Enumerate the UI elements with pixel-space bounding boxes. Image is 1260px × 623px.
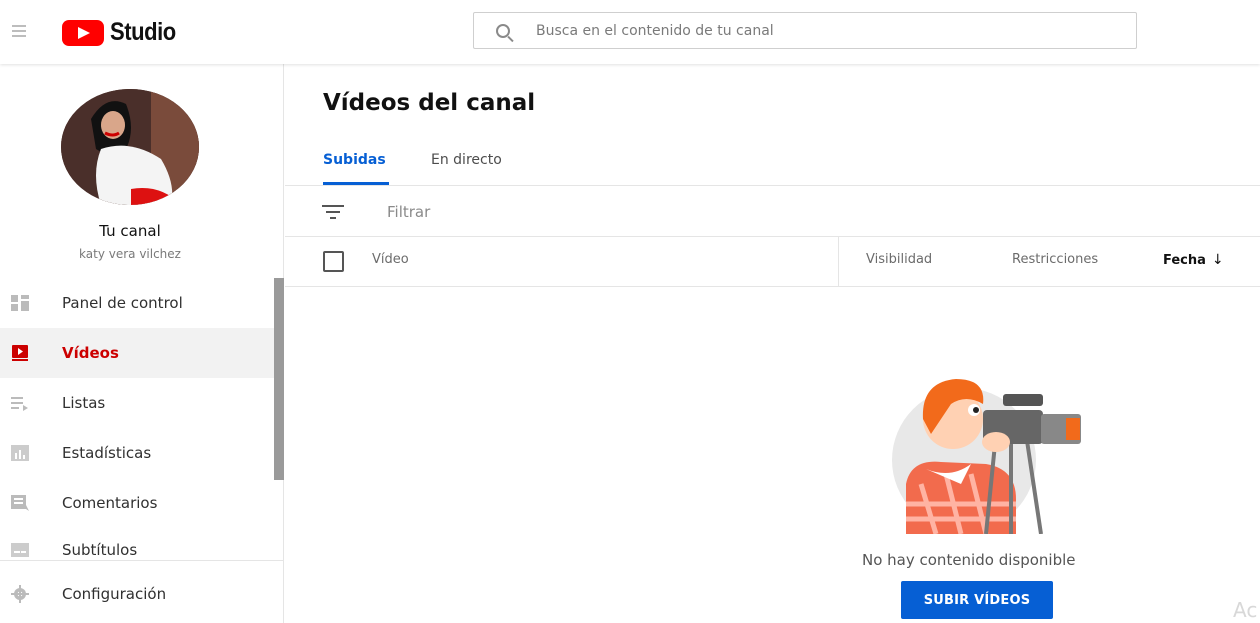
subtitles-icon bbox=[11, 543, 29, 557]
sidebar-item-videos[interactable]: Vídeos bbox=[0, 328, 274, 378]
sidebar-item-analytics[interactable]: Estadísticas bbox=[0, 428, 274, 478]
search-icon bbox=[496, 23, 510, 38]
tab-live[interactable]: En directo bbox=[431, 152, 502, 168]
channel-avatar[interactable] bbox=[61, 89, 199, 205]
sort-down-arrow-icon: ↓ bbox=[1211, 252, 1224, 268]
corner-overlay-text: Ac bbox=[1233, 598, 1258, 622]
settings-gear-icon bbox=[11, 585, 29, 603]
tab-uploads[interactable]: Subidas bbox=[323, 152, 386, 168]
sidebar-item-label: Estadísticas bbox=[62, 444, 152, 462]
sidebar-divider bbox=[0, 560, 284, 561]
sidebar-item-label: Comentarios bbox=[62, 494, 158, 512]
logo-text: Studio bbox=[110, 18, 176, 46]
page-title: Vídeos del canal bbox=[323, 90, 536, 116]
select-all-checkbox[interactable] bbox=[323, 251, 344, 272]
upload-videos-button[interactable]: SUBIR VÍDEOS bbox=[901, 581, 1053, 619]
filter-icon[interactable] bbox=[322, 205, 344, 219]
date-header-label: Fecha bbox=[1163, 252, 1206, 268]
sidebar-scrollbar[interactable] bbox=[274, 278, 284, 480]
youtube-studio-logo[interactable]: Studio bbox=[62, 18, 185, 47]
column-header-restrictions[interactable]: Restricciones bbox=[1012, 252, 1098, 267]
top-header: Studio Busca en el contenido de tu canal bbox=[0, 0, 1260, 64]
column-header-video: Vídeo bbox=[372, 252, 409, 267]
column-divider bbox=[838, 236, 839, 286]
analytics-icon bbox=[11, 445, 29, 461]
sidebar-item-comments[interactable]: Comentarios bbox=[0, 478, 274, 528]
search-input[interactable]: Busca en el contenido de tu canal bbox=[473, 12, 1137, 49]
sidebar: Tu canal katy vera vilchez Panel de cont… bbox=[0, 64, 284, 623]
search-placeholder: Busca en el contenido de tu canal bbox=[536, 22, 774, 39]
channel-name: katy vera vilchez bbox=[79, 247, 181, 261]
sidebar-item-label: Panel de control bbox=[62, 294, 183, 312]
hamburger-menu-icon[interactable] bbox=[8, 20, 30, 42]
filter-divider bbox=[285, 236, 1260, 237]
main-content: Vídeos del canal Subidas En directo Filt… bbox=[285, 64, 1260, 623]
header-divider bbox=[285, 286, 1260, 287]
video-icon bbox=[12, 345, 28, 361]
sidebar-item-settings[interactable]: Configuración bbox=[0, 570, 274, 618]
column-header-date[interactable]: Fecha ↓ bbox=[1163, 252, 1224, 268]
sidebar-item-label: Configuración bbox=[62, 585, 167, 603]
empty-state-illustration bbox=[892, 379, 1081, 534]
dashboard-icon bbox=[11, 295, 29, 311]
sidebar-item-label: Listas bbox=[62, 394, 106, 412]
channel-title: Tu canal bbox=[99, 222, 161, 240]
filter-input[interactable]: Filtrar bbox=[387, 203, 430, 221]
youtube-play-icon bbox=[62, 19, 104, 46]
playlist-icon bbox=[11, 397, 28, 411]
comments-icon bbox=[11, 495, 29, 511]
tabs-divider bbox=[285, 185, 1260, 186]
sidebar-item-dashboard[interactable]: Panel de control bbox=[0, 278, 274, 328]
sidebar-item-playlists[interactable]: Listas bbox=[0, 378, 274, 428]
column-header-visibility[interactable]: Visibilidad bbox=[866, 252, 932, 267]
sidebar-item-subtitles[interactable]: Subtítulos bbox=[0, 528, 274, 572]
sidebar-item-label: Vídeos bbox=[62, 344, 119, 362]
sidebar-item-label: Subtítulos bbox=[62, 541, 138, 559]
empty-state-message: No hay contenido disponible bbox=[862, 551, 1076, 569]
